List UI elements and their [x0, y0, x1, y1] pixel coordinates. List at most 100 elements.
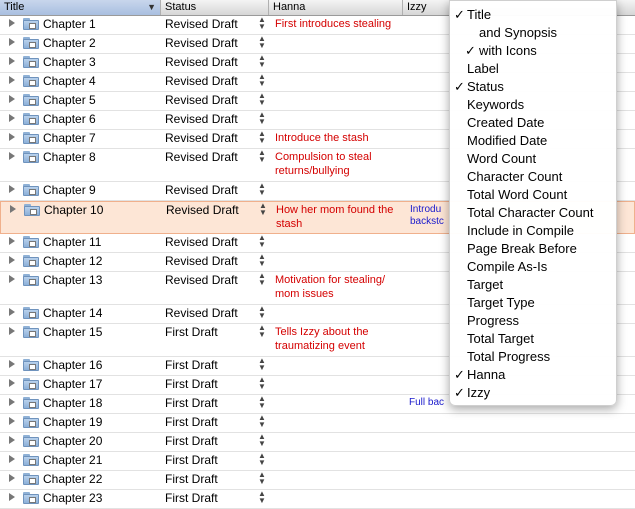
table-row[interactable]: Chapter 23 First Draft ▲ ▼ [0, 490, 635, 509]
row-title: Chapter 2 [43, 36, 96, 50]
disclosure-triangle-icon[interactable] [9, 436, 15, 444]
menu-item-label: Character Count [467, 169, 563, 184]
menu-item[interactable]: Total Progress [450, 348, 616, 366]
menu-item[interactable]: ✓ Izzy [450, 384, 616, 402]
disclosure-triangle-icon[interactable] [9, 114, 15, 122]
status-stepper-icon[interactable]: ▲ ▼ [258, 149, 266, 164]
sort-descending-icon: ▼ [147, 2, 156, 12]
menu-item[interactable]: Label [450, 60, 616, 78]
disclosure-triangle-icon[interactable] [9, 19, 15, 27]
row-title: Chapter 19 [43, 415, 103, 429]
table-row[interactable]: Chapter 22 First Draft ▲ ▼ [0, 471, 635, 490]
row-status: First Draft [165, 325, 218, 339]
disclosure-triangle-icon[interactable] [9, 57, 15, 65]
checkmark-icon: ✓ [454, 7, 465, 22]
column-status-label: Status [165, 1, 197, 13]
status-stepper-icon[interactable]: ▲ ▼ [258, 73, 266, 88]
column-header-status[interactable]: Status [161, 0, 269, 15]
menu-item[interactable]: Keywords [450, 96, 616, 114]
folder-icon [23, 151, 39, 163]
menu-item-label: Target [467, 277, 504, 292]
checkmark-icon: ✓ [465, 43, 476, 58]
status-stepper-icon[interactable]: ▲ ▼ [258, 253, 266, 268]
disclosure-triangle-icon[interactable] [9, 398, 15, 406]
status-stepper-icon[interactable]: ▲ ▼ [258, 16, 266, 31]
menu-item[interactable]: Compile As-Is [450, 258, 616, 276]
disclosure-triangle-icon[interactable] [9, 185, 15, 193]
status-stepper-icon[interactable]: ▲ ▼ [258, 182, 266, 197]
disclosure-triangle-icon[interactable] [10, 205, 16, 213]
disclosure-triangle-icon[interactable] [9, 38, 15, 46]
menu-item[interactable]: and Synopsis [450, 24, 616, 42]
menu-item[interactable]: Word Count [450, 150, 616, 168]
disclosure-triangle-icon[interactable] [9, 417, 15, 425]
column-header-hanna[interactable]: Hanna [269, 0, 403, 15]
status-stepper-icon[interactable]: ▲ ▼ [258, 272, 266, 287]
menu-item[interactable]: ✓ Status [450, 78, 616, 96]
status-stepper-icon[interactable]: ▲ ▼ [258, 433, 266, 448]
row-hanna-note: Motivation for stealing/ mom issues [275, 274, 386, 300]
disclosure-triangle-icon[interactable] [9, 474, 15, 482]
disclosure-triangle-icon[interactable] [9, 275, 15, 283]
column-hanna-label: Hanna [273, 1, 306, 13]
disclosure-triangle-icon[interactable] [9, 455, 15, 463]
row-title: Chapter 22 [43, 472, 103, 486]
status-stepper-icon[interactable]: ▲ ▼ [258, 324, 266, 339]
disclosure-triangle-icon[interactable] [9, 133, 15, 141]
status-stepper-icon[interactable]: ▲ ▼ [258, 376, 266, 391]
row-title: Chapter 17 [43, 377, 103, 391]
folder-icon [23, 307, 39, 319]
menu-item[interactable]: Page Break Before [450, 240, 616, 258]
disclosure-triangle-icon[interactable] [9, 76, 15, 84]
disclosure-triangle-icon[interactable] [9, 360, 15, 368]
status-stepper-icon[interactable]: ▲ ▼ [258, 92, 266, 107]
menu-item[interactable]: Total Character Count [450, 204, 616, 222]
row-title: Chapter 3 [43, 55, 96, 69]
status-stepper-icon[interactable]: ▲ ▼ [258, 111, 266, 126]
folder-icon [23, 454, 39, 466]
checkmark-icon: ✓ [454, 367, 465, 382]
row-title: Chapter 8 [43, 150, 96, 164]
status-stepper-icon[interactable]: ▲ ▼ [258, 130, 266, 145]
table-row[interactable]: Chapter 20 First Draft ▲ ▼ [0, 433, 635, 452]
menu-item[interactable]: Total Target [450, 330, 616, 348]
status-stepper-icon[interactable]: ▲ ▼ [258, 395, 266, 410]
menu-item[interactable]: Created Date [450, 114, 616, 132]
status-stepper-icon[interactable]: ▲ ▼ [258, 471, 266, 486]
column-header-title[interactable]: Title ▼ [0, 0, 161, 15]
disclosure-triangle-icon[interactable] [9, 256, 15, 264]
menu-item-label: Title [467, 7, 492, 22]
table-row[interactable]: Chapter 19 First Draft ▲ ▼ [0, 414, 635, 433]
status-stepper-icon[interactable]: ▲ ▼ [259, 202, 267, 217]
menu-item[interactable]: Target [450, 276, 616, 294]
disclosure-triangle-icon[interactable] [9, 237, 15, 245]
menu-item[interactable]: Total Word Count [450, 186, 616, 204]
menu-item[interactable]: Character Count [450, 168, 616, 186]
status-stepper-icon[interactable]: ▲ ▼ [258, 35, 266, 50]
menu-item[interactable]: ✓ Hanna [450, 366, 616, 384]
disclosure-triangle-icon[interactable] [9, 327, 15, 335]
menu-item[interactable]: Modified Date [450, 132, 616, 150]
disclosure-triangle-icon[interactable] [9, 493, 15, 501]
status-stepper-icon[interactable]: ▲ ▼ [258, 414, 266, 429]
disclosure-triangle-icon[interactable] [9, 379, 15, 387]
row-status: Revised Draft [165, 55, 238, 69]
status-stepper-icon[interactable]: ▲ ▼ [258, 357, 266, 372]
status-stepper-icon[interactable]: ▲ ▼ [258, 305, 266, 320]
menu-item[interactable]: Progress [450, 312, 616, 330]
disclosure-triangle-icon[interactable] [9, 152, 15, 160]
status-stepper-icon[interactable]: ▲ ▼ [258, 452, 266, 467]
status-stepper-icon[interactable]: ▲ ▼ [258, 54, 266, 69]
disclosure-triangle-icon[interactable] [9, 95, 15, 103]
menu-item[interactable]: Target Type [450, 294, 616, 312]
menu-item[interactable]: Include in Compile [450, 222, 616, 240]
menu-item[interactable]: ✓ with Icons [450, 42, 616, 60]
row-status: First Draft [165, 434, 218, 448]
disclosure-triangle-icon[interactable] [9, 308, 15, 316]
table-row[interactable]: Chapter 21 First Draft ▲ ▼ [0, 452, 635, 471]
status-stepper-icon[interactable]: ▲ ▼ [258, 490, 266, 505]
row-title: Chapter 12 [43, 254, 103, 268]
menu-item[interactable]: ✓ Title [450, 6, 616, 24]
menu-item-label: Page Break Before [467, 241, 577, 256]
status-stepper-icon[interactable]: ▲ ▼ [258, 234, 266, 249]
